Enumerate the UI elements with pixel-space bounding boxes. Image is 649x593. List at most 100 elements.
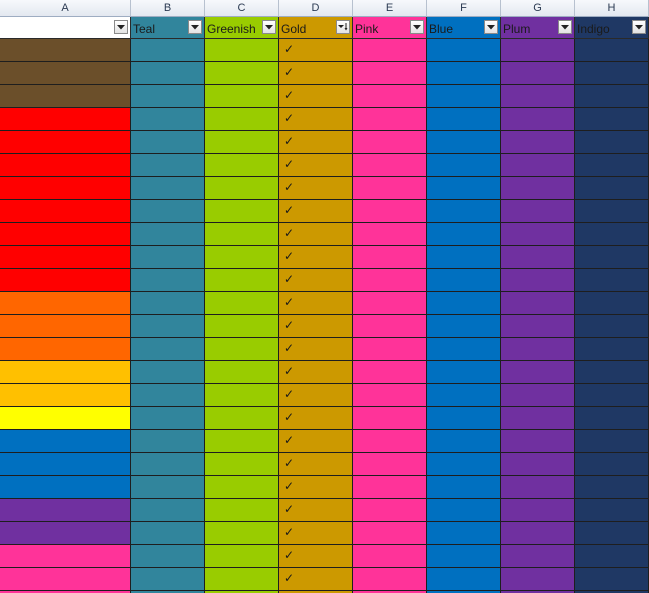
cell-c[interactable] <box>205 62 279 85</box>
cell-g[interactable] <box>501 430 575 453</box>
cell-d[interactable]: ✓ <box>279 545 353 568</box>
cell-f[interactable] <box>427 269 501 292</box>
cell-f[interactable] <box>427 545 501 568</box>
cell-h[interactable] <box>575 292 649 315</box>
cell-e[interactable] <box>353 315 427 338</box>
cell-a[interactable] <box>0 545 131 568</box>
cell-d[interactable]: ✓ <box>279 407 353 430</box>
cell-b[interactable] <box>131 338 205 361</box>
cell-h[interactable] <box>575 361 649 384</box>
cell-b[interactable] <box>131 453 205 476</box>
cell-g[interactable] <box>501 453 575 476</box>
cell-b[interactable] <box>131 108 205 131</box>
cell-f[interactable] <box>427 223 501 246</box>
cell-e[interactable] <box>353 39 427 62</box>
cell-g[interactable] <box>501 361 575 384</box>
cell-b[interactable] <box>131 246 205 269</box>
cell-g[interactable] <box>501 246 575 269</box>
cell-c[interactable] <box>205 108 279 131</box>
cell-e[interactable] <box>353 177 427 200</box>
cell-h[interactable] <box>575 39 649 62</box>
cell-c[interactable] <box>205 315 279 338</box>
cell-e[interactable] <box>353 246 427 269</box>
cell-f[interactable] <box>427 430 501 453</box>
cell-h[interactable] <box>575 154 649 177</box>
cell-d[interactable]: ✓ <box>279 131 353 154</box>
cell-d[interactable]: ✓ <box>279 108 353 131</box>
cell-h[interactable] <box>575 384 649 407</box>
cell-c[interactable] <box>205 39 279 62</box>
cell-a[interactable] <box>0 338 131 361</box>
cell-f[interactable] <box>427 384 501 407</box>
cell-e[interactable] <box>353 108 427 131</box>
cell-a[interactable] <box>0 39 131 62</box>
cell-f[interactable] <box>427 200 501 223</box>
cell-b[interactable] <box>131 545 205 568</box>
cell-d[interactable]: ✓ <box>279 522 353 545</box>
cell-f[interactable] <box>427 522 501 545</box>
cell-b[interactable] <box>131 223 205 246</box>
cell-a[interactable] <box>0 200 131 223</box>
cell-b[interactable] <box>131 568 205 591</box>
cell-a[interactable] <box>0 246 131 269</box>
cell-f[interactable] <box>427 85 501 108</box>
cell-c[interactable] <box>205 430 279 453</box>
cell-d[interactable]: ✓ <box>279 338 353 361</box>
cell-d[interactable]: ✓ <box>279 292 353 315</box>
cell-e[interactable] <box>353 200 427 223</box>
cell-g[interactable] <box>501 292 575 315</box>
cell-c[interactable] <box>205 246 279 269</box>
cell-d[interactable]: ✓ <box>279 453 353 476</box>
cell-h[interactable] <box>575 476 649 499</box>
cell-a[interactable] <box>0 568 131 591</box>
cell-h[interactable] <box>575 545 649 568</box>
cell-g[interactable] <box>501 85 575 108</box>
cell-e[interactable] <box>353 453 427 476</box>
cell-c[interactable] <box>205 269 279 292</box>
column-header-g[interactable]: G <box>501 0 575 17</box>
cell-a[interactable] <box>0 154 131 177</box>
cell-g[interactable] <box>501 407 575 430</box>
cell-d[interactable]: ✓ <box>279 154 353 177</box>
cell-d[interactable]: ✓ <box>279 177 353 200</box>
cell-e[interactable] <box>353 430 427 453</box>
cell-h[interactable] <box>575 246 649 269</box>
cell-a[interactable] <box>0 407 131 430</box>
cell-b[interactable] <box>131 39 205 62</box>
cell-b[interactable] <box>131 154 205 177</box>
cell-a[interactable] <box>0 315 131 338</box>
cell-d[interactable]: ✓ <box>279 62 353 85</box>
cell-g[interactable] <box>501 338 575 361</box>
cell-f[interactable] <box>427 499 501 522</box>
cell-h[interactable] <box>575 269 649 292</box>
cell-e[interactable] <box>353 131 427 154</box>
cell-d[interactable]: ✓ <box>279 384 353 407</box>
cell-e[interactable] <box>353 361 427 384</box>
cell-b[interactable] <box>131 361 205 384</box>
cell-a[interactable] <box>0 453 131 476</box>
cell-c[interactable] <box>205 522 279 545</box>
cell-b[interactable] <box>131 407 205 430</box>
filter-dropdown-button[interactable] <box>114 20 128 34</box>
cell-a[interactable] <box>0 361 131 384</box>
cell-c[interactable] <box>205 154 279 177</box>
cell-e[interactable] <box>353 338 427 361</box>
cell-a[interactable] <box>0 384 131 407</box>
cell-c[interactable] <box>205 223 279 246</box>
cell-h[interactable] <box>575 430 649 453</box>
cell-b[interactable] <box>131 85 205 108</box>
cell-g[interactable] <box>501 154 575 177</box>
cell-g[interactable] <box>501 177 575 200</box>
cell-h[interactable] <box>575 522 649 545</box>
cell-e[interactable] <box>353 407 427 430</box>
cell-b[interactable] <box>131 315 205 338</box>
cell-f[interactable] <box>427 154 501 177</box>
cell-e[interactable] <box>353 223 427 246</box>
cell-c[interactable] <box>205 499 279 522</box>
cell-c[interactable] <box>205 568 279 591</box>
cell-h[interactable] <box>575 177 649 200</box>
cell-f[interactable] <box>427 292 501 315</box>
cell-a[interactable] <box>0 269 131 292</box>
cell-e[interactable] <box>353 384 427 407</box>
cell-h[interactable] <box>575 453 649 476</box>
